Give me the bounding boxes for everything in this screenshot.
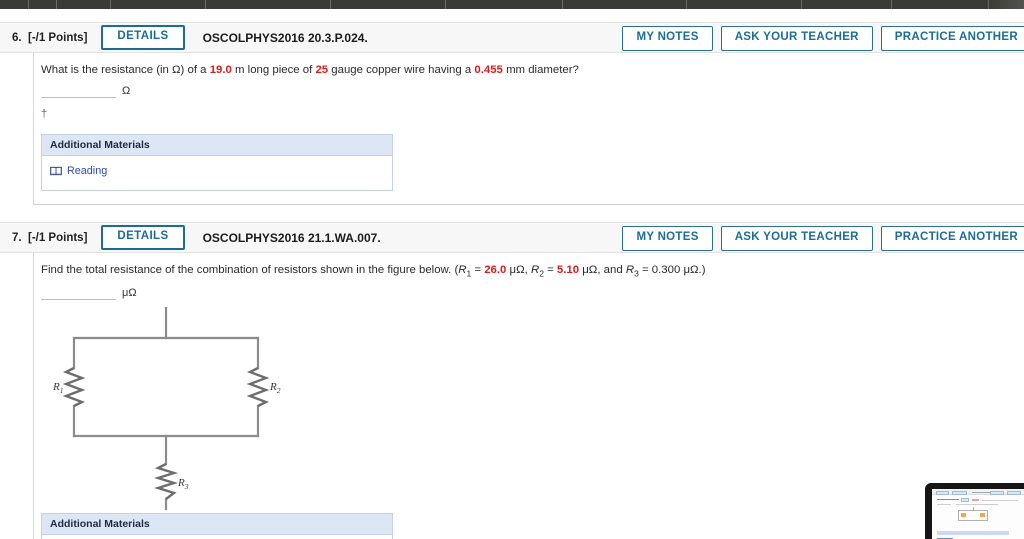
q7-r3-eq: = — [638, 264, 652, 276]
toolbar-segment — [892, 0, 989, 9]
q7-r3-unit: μΩ.) — [680, 264, 706, 276]
q6-prompt-part1: What is the resistance (in Ω) of a — [41, 64, 210, 76]
q7-r2-eq: = — [543, 264, 557, 276]
q6-prompt-part4: mm diameter? — [502, 64, 579, 76]
q7-r1-unit: μΩ, — [506, 264, 531, 276]
reading-link-label-6: Reading — [67, 165, 108, 178]
question-block-7: 7. [-/1 Points] DETAILS OSCOLPHYS2016 21… — [0, 222, 1024, 539]
question-number-6: 6. [-/1 Points] — [12, 32, 87, 44]
additional-materials-title-7: Additional Materials — [42, 513, 392, 535]
circuit-diagram-figure: R1 R2 R3 — [41, 306, 341, 511]
q7-points-text: [-/1 Points] — [27, 231, 88, 244]
question-number-7: 7. [-/1 Points] — [12, 232, 87, 244]
resistor-r2-symbol — [246, 366, 270, 407]
resistor-r3-symbol — [153, 462, 179, 500]
question-code-7: OSCOLPHYS2016 21.1.WA.007. — [202, 230, 381, 245]
question-block-6: 6. [-/1 Points] DETAILS OSCOLPHYS2016 20… — [0, 22, 1024, 205]
resistor-r2-label: R2 — [269, 381, 281, 395]
additional-materials-panel-7: Additional Materials Reading — [41, 512, 393, 539]
question-header-6: 6. [-/1 Points] DETAILS OSCOLPHYS2016 20… — [0, 22, 1024, 53]
resistor-r1-label: R1 — [52, 381, 63, 395]
q6-points-text: [-/1 Points] — [27, 31, 88, 44]
q7-prompt-lead: Find the total resistance of the combina… — [41, 264, 459, 276]
toolbar-segment — [0, 0, 30, 9]
top-toolbar-strip — [0, 0, 1024, 9]
toolbar-segment — [111, 0, 207, 9]
answer-row-7: μΩ — [41, 285, 1024, 300]
toolbar-segment — [802, 0, 892, 9]
q7-r1-eq: = — [471, 264, 485, 276]
additional-materials-panel-6: Additional Materials Reading — [41, 134, 393, 192]
answer-input-6[interactable] — [41, 84, 116, 99]
q6-value-gauge: 25 — [315, 64, 329, 76]
q6-value-length: 19.0 — [209, 64, 232, 76]
q7-r2-unit: μΩ, and — [579, 264, 626, 276]
q7-r3-symbol: R — [625, 264, 635, 276]
additional-materials-body-6: Reading — [42, 156, 392, 191]
toolbar-segment — [563, 0, 688, 9]
question-header-7: 7. [-/1 Points] DETAILS OSCOLPHYS2016 21… — [0, 222, 1024, 253]
question-body-7: Find the total resistance of the combina… — [33, 253, 1024, 539]
q7-r1-value: 26.0 — [484, 264, 507, 276]
screenshot-preview-thumbnail[interactable] — [925, 483, 1024, 539]
my-notes-button-7[interactable]: MY NOTES — [622, 226, 713, 251]
toolbar-segment — [988, 0, 1024, 9]
resistor-r3-label: R3 — [177, 477, 189, 491]
book-icon — [50, 166, 62, 176]
toolbar-segment — [57, 0, 112, 9]
question-actions-7: MY NOTES ASK YOUR TEACHER PRACTICE ANOTH… — [622, 226, 1024, 251]
ask-your-teacher-button-6[interactable]: ASK YOUR TEACHER — [720, 26, 873, 51]
q6-prompt-part3: gauge copper wire having a — [328, 64, 475, 76]
q6-prompt-part2: m long piece of — [231, 64, 316, 76]
toolbar-segment — [687, 0, 803, 9]
practice-another-button-7[interactable]: PRACTICE ANOTHER — [880, 226, 1024, 251]
ask-your-teacher-button-7[interactable]: ASK YOUR TEACHER — [720, 226, 873, 251]
details-button-7[interactable]: DETAILS — [101, 225, 185, 250]
q6-value-diameter: 0.455 — [474, 64, 503, 76]
answer-unit-6: Ω — [122, 85, 131, 98]
q7-r2-value: 5.10 — [556, 264, 580, 276]
question-divider-6 — [33, 204, 1024, 205]
question-prompt-7: Find the total resistance of the combina… — [41, 263, 1024, 280]
toolbar-segment — [206, 0, 331, 9]
my-notes-button-6[interactable]: MY NOTES — [622, 26, 713, 51]
question-actions-6: MY NOTES ASK YOUR TEACHER PRACTICE ANOTH… — [622, 26, 1024, 51]
practice-another-button-6[interactable]: PRACTICE ANOTHER — [880, 26, 1024, 51]
question-code-6: OSCOLPHYS2016 20.3.P.024. — [202, 30, 368, 45]
toolbar-segment — [331, 0, 446, 9]
toolbar-segment — [446, 0, 563, 9]
page-root: 6. [-/1 Points] DETAILS OSCOLPHYS2016 20… — [0, 0, 1024, 539]
resistor-r1-symbol — [62, 366, 86, 407]
q7-r3-value: 0.300 — [651, 264, 681, 276]
answer-row-6: Ω — [41, 84, 1024, 99]
footnote-dagger-6: † — [41, 108, 48, 121]
question-prompt-6: What is the resistance (in Ω) of a 19.0 … — [41, 63, 1024, 78]
answer-input-7[interactable] — [41, 285, 116, 300]
thumbnail-content — [932, 489, 1024, 539]
reading-link-6[interactable]: Reading — [50, 165, 107, 177]
question-body-6: What is the resistance (in Ω) of a 19.0 … — [33, 53, 1024, 205]
additional-materials-title-6: Additional Materials — [42, 135, 392, 157]
q6-number-text: 6. — [12, 31, 22, 44]
q7-r2-symbol: R — [530, 264, 540, 276]
additional-materials-body-7: Reading — [42, 534, 392, 539]
answer-unit-7: μΩ — [122, 286, 137, 299]
details-button-6[interactable]: DETAILS — [101, 25, 185, 50]
toolbar-segment — [29, 0, 57, 9]
q7-number-text: 7. — [12, 231, 22, 244]
